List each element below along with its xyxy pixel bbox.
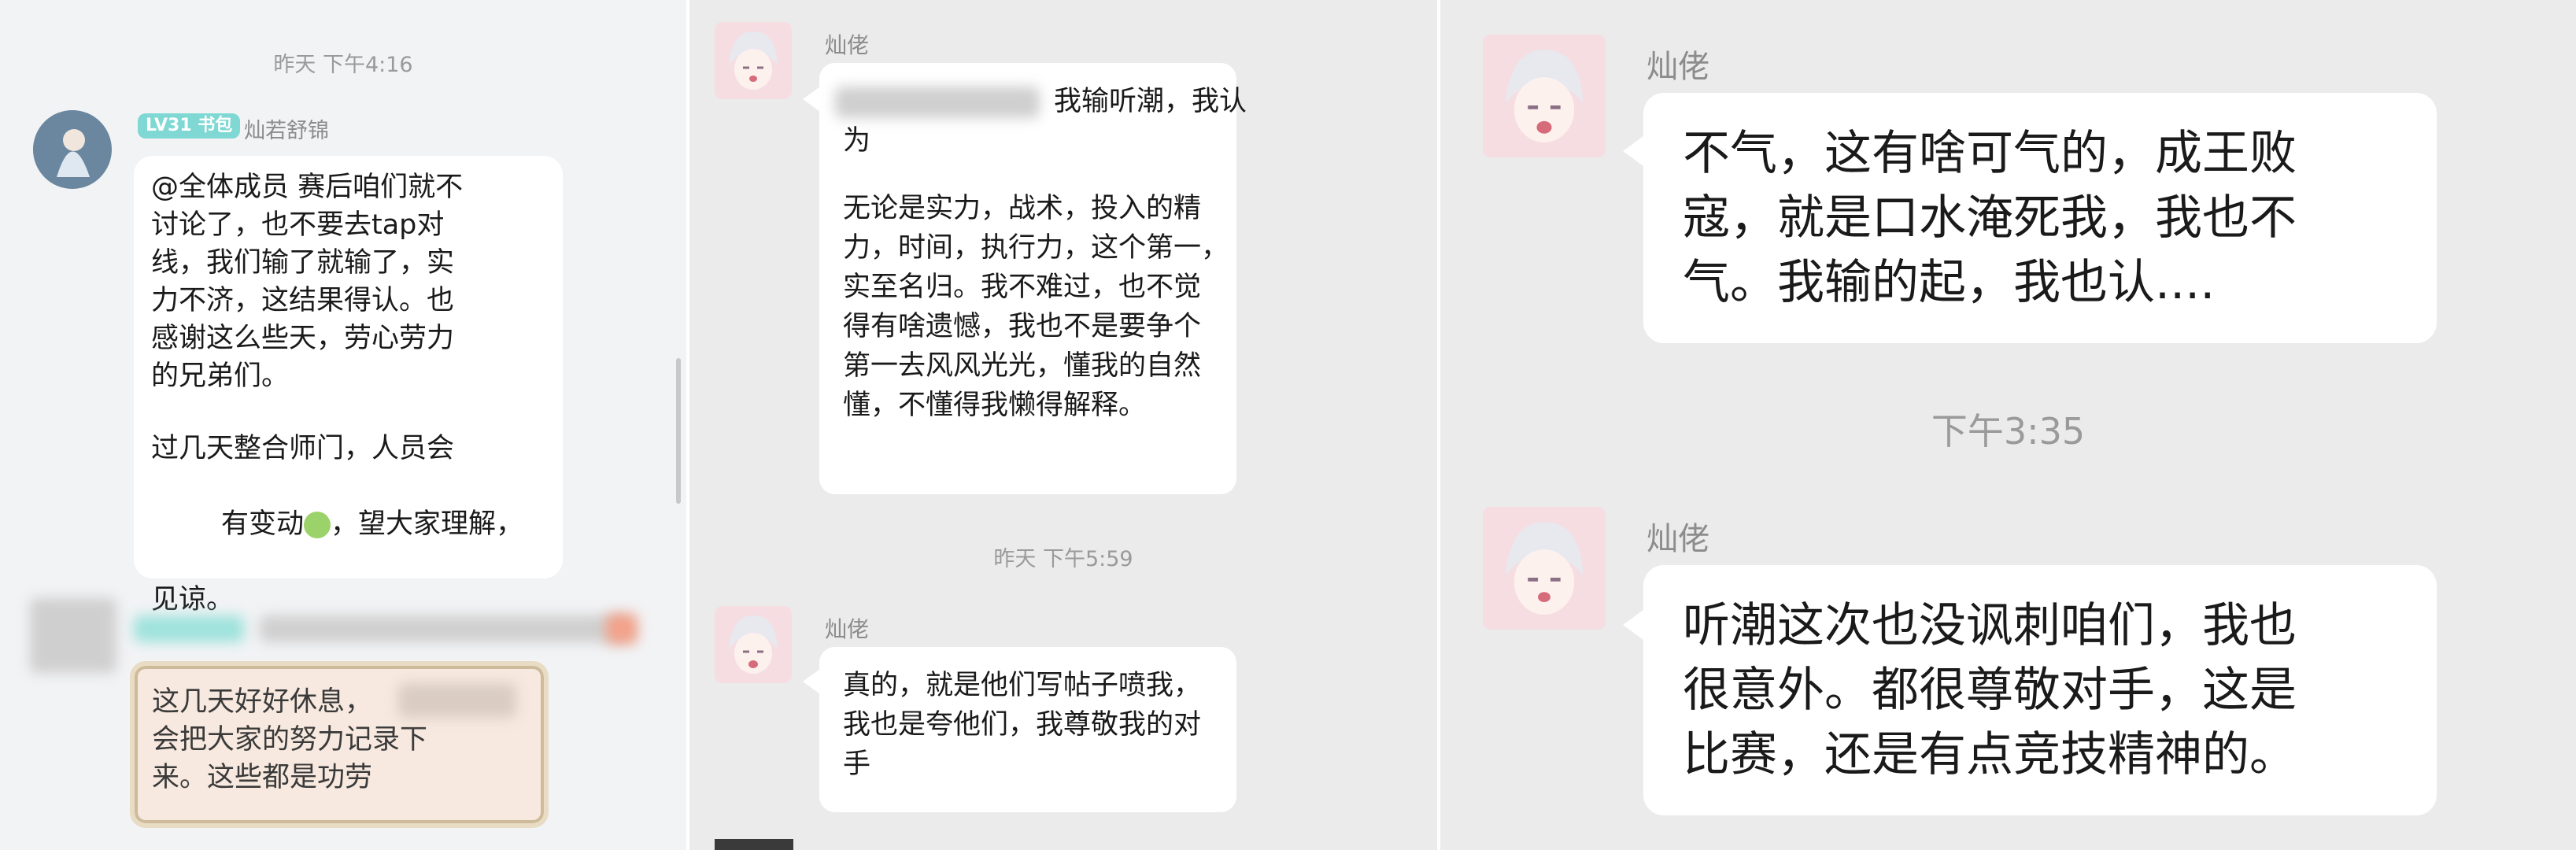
- blurred-sender: [260, 615, 630, 642]
- message-line: 听潮这次也没讽刺咱们，我也: [1683, 598, 2297, 653]
- message-line: 这几天好好休息，: [152, 686, 373, 718]
- sender-name: 灿若舒锦: [244, 119, 329, 143]
- message-bubble[interactable]: 真的，就是他们写帖子喷我， 我也是夸他们，我尊敬我的对 手: [819, 647, 1236, 812]
- chat-panel-2: 灿佬 我输听潮，我认 为 无论是实力，战术，投入的精 力，时间，执行力，这个第一…: [689, 0, 1437, 850]
- message-line: 过几天整合师门，人员会: [151, 433, 455, 464]
- message-line: 讨论了，也不要去tap对: [151, 209, 445, 241]
- chat-panel-1: 昨天 下午4:16 LV31 书包 灿若舒锦 @全体成员 赛后咱们就不 讨论了，…: [0, 0, 686, 850]
- blurred-badge: [134, 615, 244, 642]
- message-line: 我输听潮，我认: [1054, 86, 1247, 117]
- avatar[interactable]: [33, 110, 112, 189]
- avatar-anime-icon: [715, 606, 792, 683]
- blurred-text: [398, 683, 516, 718]
- blurred-avatar: [30, 598, 116, 673]
- sender-name: 灿佬: [1646, 49, 1709, 85]
- bubble-tail: [803, 669, 820, 694]
- message-text: ，望大家理解，: [331, 508, 524, 540]
- message-line: 力，时间，执行力，这个第一，: [843, 232, 1229, 264]
- message-line: 感谢这么些天，劳心劳力: [151, 323, 455, 354]
- partial-avatar: [715, 839, 793, 850]
- blurred-mention: [835, 87, 1040, 118]
- message-line: 真的，就是他们写帖子喷我，: [843, 670, 1202, 701]
- sender-name: 灿佬: [825, 32, 870, 58]
- avatar-anime-icon: [1483, 507, 1606, 630]
- message-line: 力不济，这结果得认。也: [151, 285, 455, 316]
- level-badge: LV31 书包: [138, 113, 241, 139]
- chat-panel-3: 灿佬 不气，这有啥可气的，成王败 寇，就是口水淹死我，我也不 气。我输的起，我也…: [1440, 0, 2576, 850]
- message-line: 懂，不懂得我懒得解释。: [843, 390, 1147, 421]
- message-line: 第一去风风光光，懂我的自然: [843, 350, 1202, 382]
- message-line: 实至名归。我不难过，也不觉: [843, 272, 1202, 303]
- message-line: 得有啥遗憾，我也不是要争个: [843, 311, 1202, 342]
- message-line: 见谅。: [151, 584, 235, 615]
- message-line: 为: [843, 125, 871, 157]
- message-line: 手: [843, 748, 871, 780]
- avatar[interactable]: [715, 22, 792, 99]
- message-line: 有变动 ，望大家理解，: [151, 468, 523, 581]
- message-line: 气。我输的起，我也认....: [1683, 255, 2216, 310]
- message-line: 来。这些都是功劳: [152, 762, 373, 793]
- message-bubble[interactable]: 听潮这次也没讽刺咱们，我也 很意外。都很尊敬对手，这是 比赛，还是有点竞技精神的…: [1643, 565, 2437, 815]
- message-line: 的兄弟们。: [151, 360, 290, 392]
- message-bubble[interactable]: 不气，这有啥可气的，成王败 寇，就是口水淹死我，我也不 气。我输的起，我也认..…: [1643, 93, 2437, 343]
- avatar[interactable]: [1483, 35, 1606, 157]
- bubble-tail: [803, 87, 820, 112]
- emoji-icon: [304, 512, 331, 538]
- timestamp: 下午3:35: [1931, 410, 2086, 453]
- message-bubble[interactable]: 我输听潮，我认 为 无论是实力，战术，投入的精 力，时间，执行力，这个第一， 实…: [819, 63, 1247, 494]
- timestamp: 昨天 下午4:16: [273, 53, 413, 77]
- avatar[interactable]: [1483, 507, 1606, 630]
- avatar[interactable]: [715, 606, 792, 683]
- message-text: 有变动: [221, 508, 305, 540]
- avatar-anime-icon: [715, 22, 792, 99]
- message-line: 比赛，还是有点竞技精神的。: [1683, 727, 2297, 782]
- message-line: 寇，就是口水淹死我，我也不: [1683, 190, 2297, 246]
- reply-bubble[interactable]: 这几天好好休息， 会把大家的努力记录下 来。这些都是功劳: [130, 661, 549, 828]
- avatar-knight-icon: [33, 110, 112, 189]
- message-line: 线，我们输了就输了，实: [151, 247, 455, 279]
- scrollbar[interactable]: [676, 358, 681, 504]
- sender-name: 灿佬: [825, 616, 870, 642]
- message-line: 很意外。都很尊敬对手，这是: [1683, 663, 2297, 718]
- message-line: 不气，这有啥可气的，成王败: [1683, 126, 2297, 181]
- message-line: @全体成员 赛后咱们就不: [151, 172, 464, 203]
- message-line: 无论是实力，战术，投入的精: [843, 193, 1202, 224]
- avatar-anime-icon: [1483, 35, 1606, 157]
- timestamp: 昨天 下午5:59: [993, 547, 1133, 571]
- sender-name: 灿佬: [1646, 521, 1709, 557]
- message-line: 我也是夸他们，我尊敬我的对: [843, 709, 1202, 741]
- message-line: 会把大家的努力记录下: [152, 724, 428, 756]
- message-bubble[interactable]: @全体成员 赛后咱们就不 讨论了，也不要去tap对 线，我们输了就输了，实 力不…: [134, 156, 563, 615]
- blurred-badge: [606, 614, 638, 644]
